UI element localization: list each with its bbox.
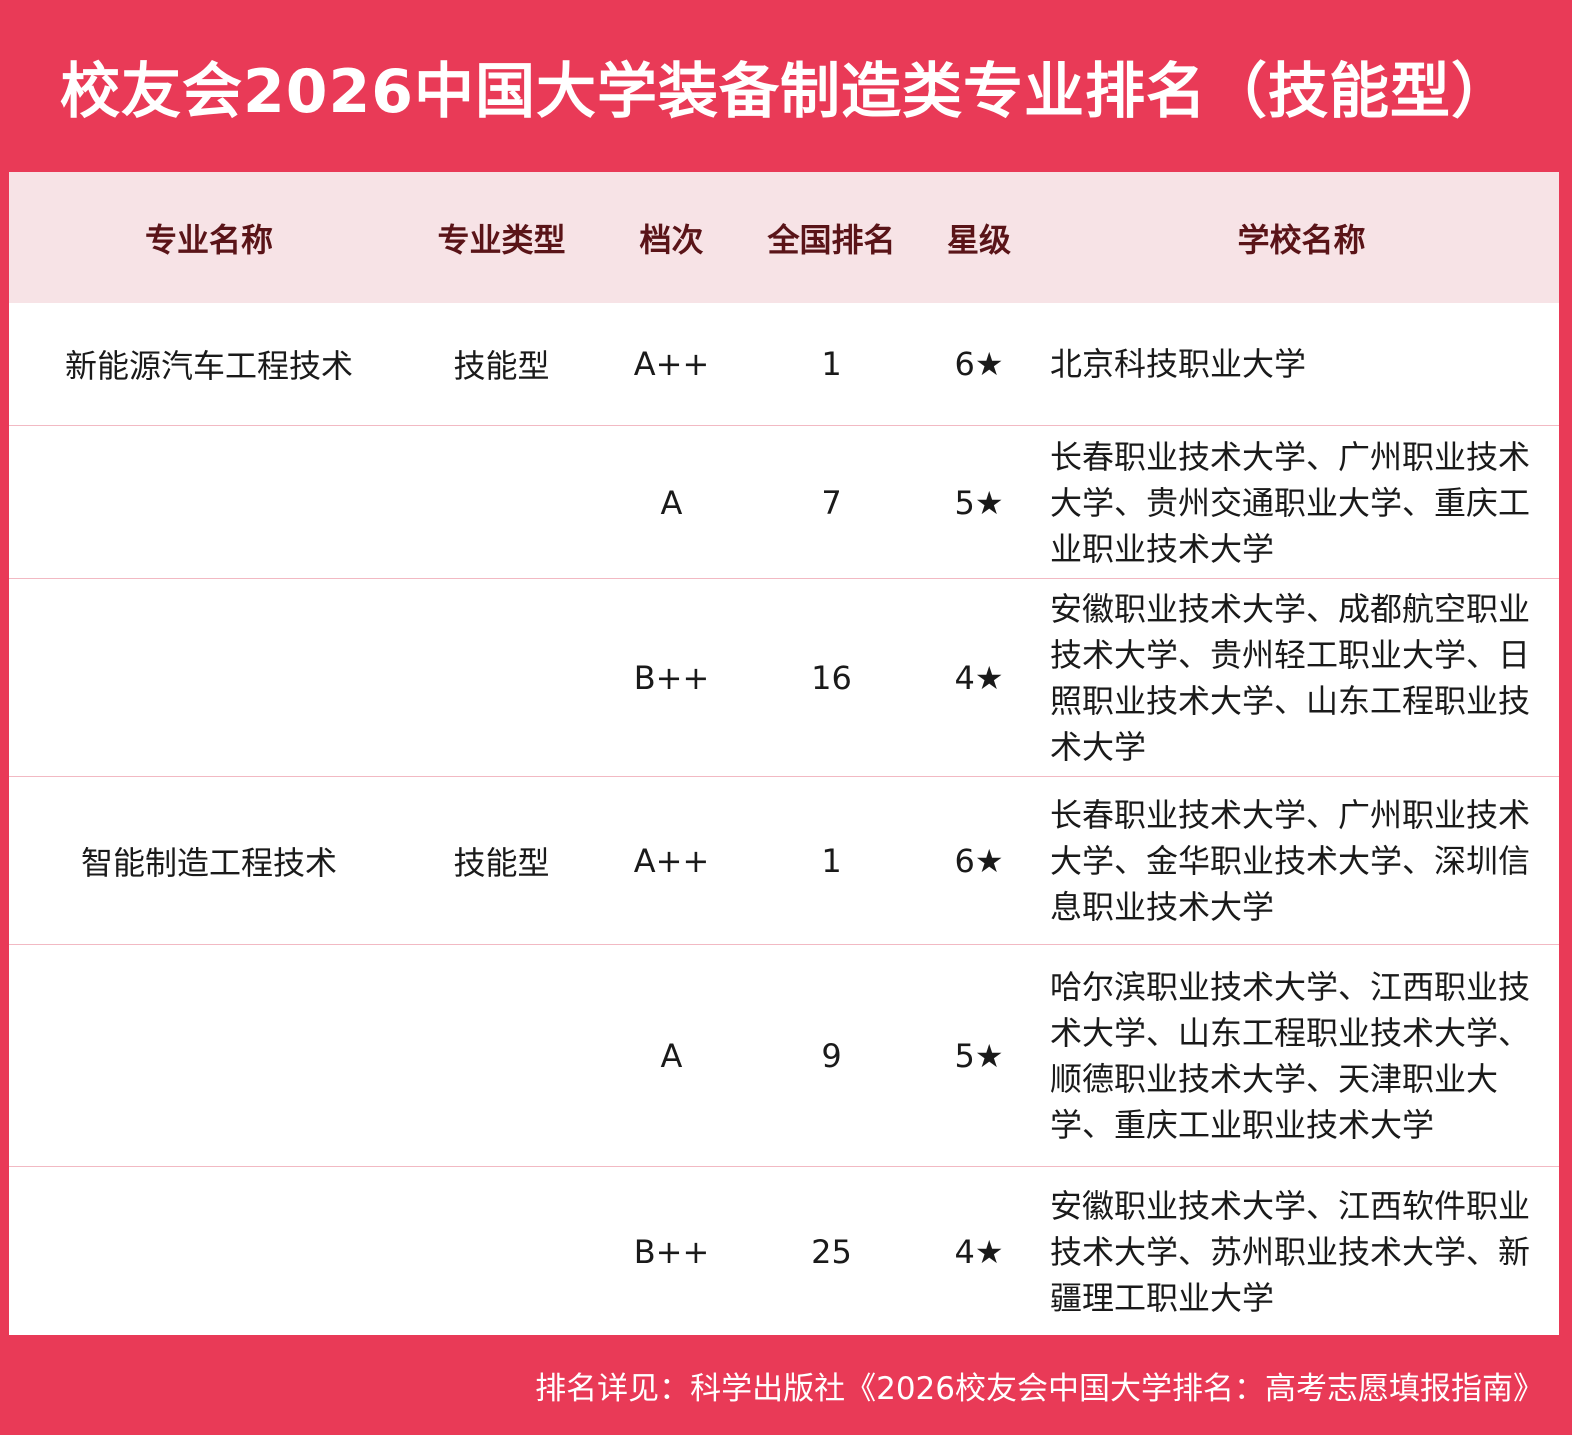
header-major: 专业名称 [144,220,273,259]
cell-stars: 6★ [954,345,1004,383]
cell-stars: 4★ [954,659,1004,697]
table-header: 专业名称 专业类型 档次 全国排名 星级 学校名称 [9,172,1559,303]
cell-stars: 5★ [954,483,1004,522]
cell-stars: 6★ [954,842,1004,880]
cell-stars: 4★ [954,1232,1004,1271]
cell-major [9,1167,409,1336]
cell-level: A++ [633,842,710,880]
cell-level: A++ [633,345,710,383]
cell-level: B++ [633,1232,710,1271]
cell-level: A [660,483,683,522]
cell-major [9,426,409,579]
cell-type [409,945,594,1167]
cell-school: 安徽职业技术大学、成都航空职业技术大学、贵州轻工职业大学、日照职业技术大学、山东… [1050,579,1550,777]
school-list: 安徽职业技术大学、江西软件职业技术大学、苏州职业技术大学、新疆理工职业大学 [1050,1186,1531,1317]
cell-type [409,426,594,579]
cell-rank: 1 [821,345,842,383]
cell-level: B++ [633,659,710,697]
header-type: 专业类型 [437,220,566,259]
table-row: B++ 16 4★ 安徽职业技术大学、成都航空职业技术大学、贵州轻工职业大学、日… [9,578,1559,777]
cell-school: 哈尔滨职业技术大学、江西职业技术大学、山东工程职业技术大学、顺德职业技术大学、天… [1050,945,1550,1167]
cell-rank: 25 [811,1232,852,1271]
header-stars: 星级 [946,220,1011,259]
cell-rank: 1 [821,842,842,880]
ranking-table: 专业名称 专业类型 档次 全国排名 星级 学校名称 新能源汽车工程技术 技能型 … [9,172,1559,1335]
source-note: 排名详见：科学出版社《2026校友会中国大学排名：高考志愿填报指南》 [535,1370,1544,1407]
header-school: 学校名称 [1237,220,1366,259]
page-title: 校友会2026中国大学装备制造类专业排名（技能型） [60,56,1512,127]
cell-major [9,579,409,777]
cell-rank: 7 [821,483,842,522]
cell-major: 新能源汽车工程技术 [64,347,353,385]
school-list: 北京科技职业大学 [1050,345,1307,383]
table-row: 智能制造工程技术 技能型 A++ 1 6★ 长春职业技术大学、广州职业技术大学、… [9,776,1559,945]
cell-type [409,1167,594,1336]
header-level: 档次 [639,220,704,259]
cell-type [409,579,594,777]
table-row: 新能源汽车工程技术 技能型 A++ 1 6★ 北京科技职业大学 [9,303,1559,425]
cell-school: 长春职业技术大学、广州职业技术大学、金华职业技术大学、深圳信息职业技术大学 [1050,777,1550,945]
cell-school: 北京科技职业大学 [1050,303,1550,425]
school-list: 长春职业技术大学、广州职业技术大学、贵州交通职业大学、重庆工业职业技术大学 [1050,437,1531,568]
cell-type: 技能型 [453,347,550,385]
header-rank: 全国排名 [767,220,896,259]
cell-stars: 5★ [954,1037,1004,1075]
cell-rank: 9 [821,1037,842,1075]
school-list: 安徽职业技术大学、成都航空职业技术大学、贵州轻工职业大学、日照职业技术大学、山东… [1050,590,1531,766]
table-row: B++ 25 4★ 安徽职业技术大学、江西软件职业技术大学、苏州职业技术大学、新… [9,1166,1559,1336]
cell-major [9,945,409,1167]
cell-major: 智能制造工程技术 [80,844,337,882]
cell-school: 长春职业技术大学、广州职业技术大学、贵州交通职业大学、重庆工业职业技术大学 [1050,426,1550,579]
ranking-card: 校友会2026中国大学装备制造类专业排名（技能型） 专业名称 专业类型 档次 全… [0,0,1572,1435]
table-row: A 7 5★ 长春职业技术大学、广州职业技术大学、贵州交通职业大学、重庆工业职业… [9,425,1559,579]
school-list: 哈尔滨职业技术大学、江西职业技术大学、山东工程职业技术大学、顺德职业技术大学、天… [1050,968,1531,1144]
cell-school: 安徽职业技术大学、江西软件职业技术大学、苏州职业技术大学、新疆理工职业大学 [1050,1167,1550,1336]
cell-rank: 16 [811,659,852,697]
table-row: A 9 5★ 哈尔滨职业技术大学、江西职业技术大学、山东工程职业技术大学、顺德职… [9,944,1559,1167]
cell-type: 技能型 [453,844,550,882]
school-list: 长春职业技术大学、广州职业技术大学、金华职业技术大学、深圳信息职业技术大学 [1050,796,1531,926]
cell-level: A [660,1037,683,1075]
